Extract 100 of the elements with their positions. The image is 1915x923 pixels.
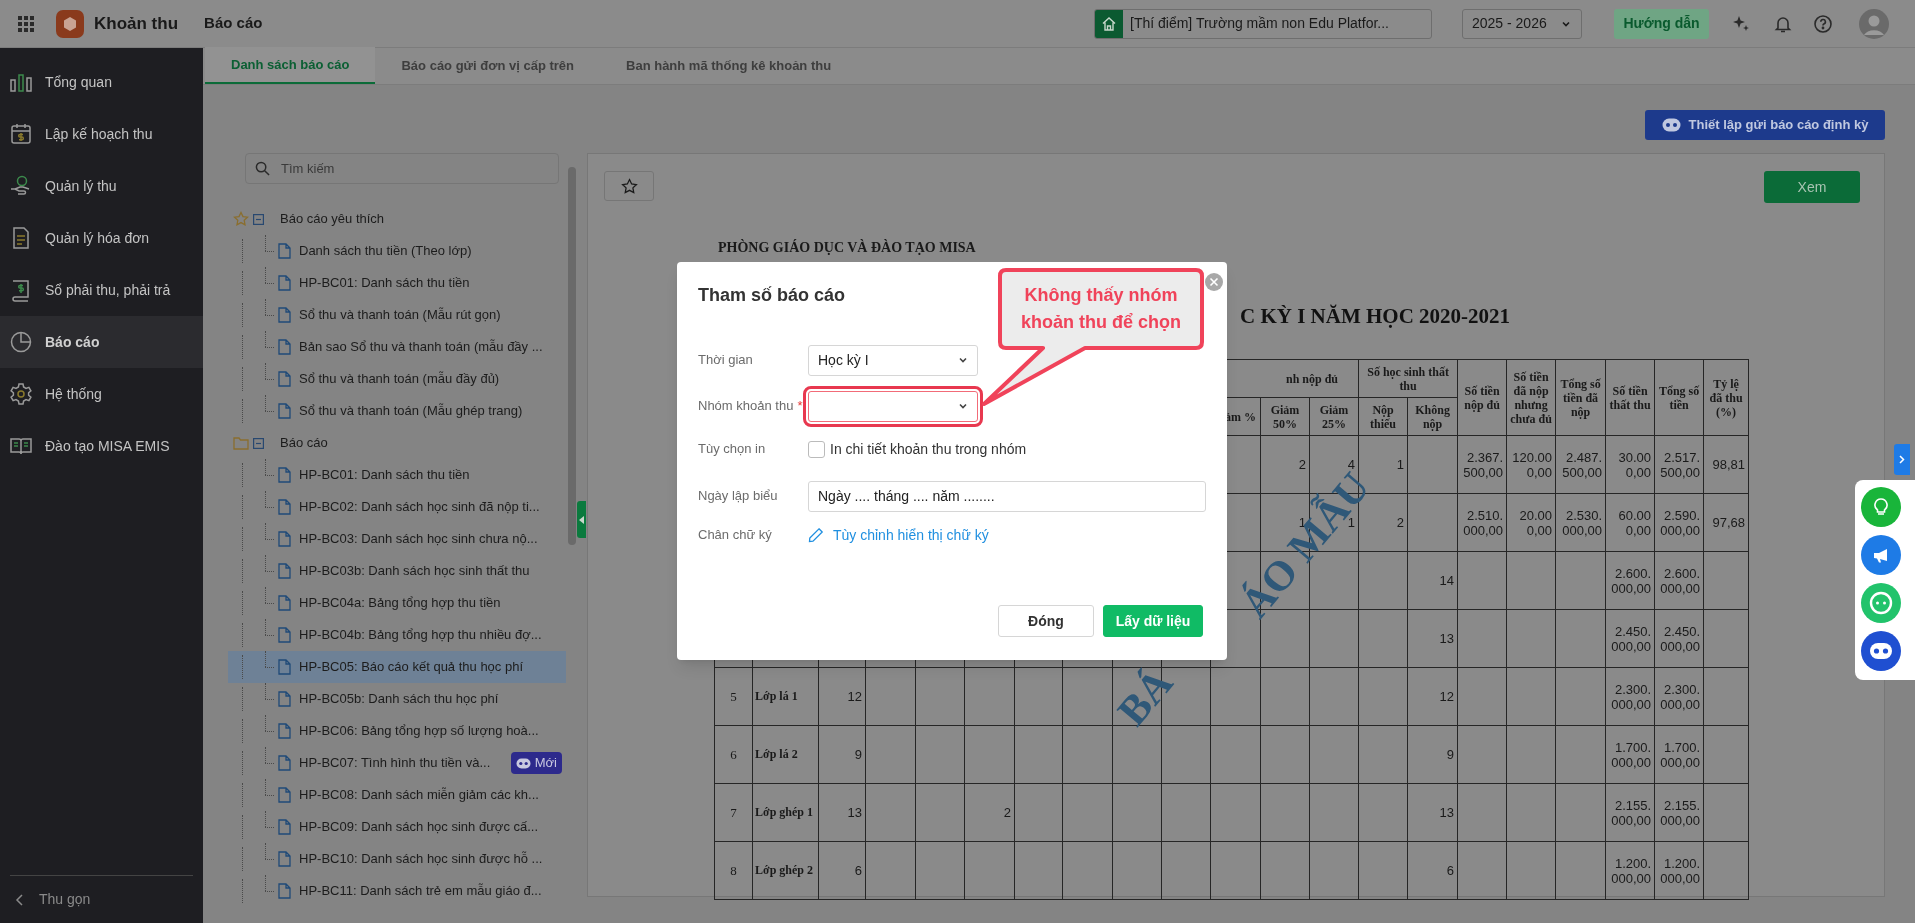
required-mark: * — [797, 397, 803, 416]
app-logo-icon — [56, 9, 84, 38]
field-label: Tùy chọn in — [698, 440, 766, 459]
signature-settings-link[interactable]: Tùy chỉnh hiển thị chữ ký — [833, 524, 989, 546]
collapse-toggle-icon[interactable] — [253, 213, 264, 225]
megaphone-icon[interactable] — [1861, 535, 1901, 575]
table-cell: 13 — [1439, 631, 1455, 646]
tree-item[interactable]: HP-BC05b: Danh sách thu học phí — [228, 683, 566, 715]
sidebar-item[interactable]: Hệ thống — [0, 368, 203, 420]
school-house-icon — [1095, 9, 1123, 38]
guide-button[interactable]: Hướng dẫn — [1614, 8, 1709, 39]
sidebar-item[interactable]: Đào tạo MISA EMIS — [0, 420, 203, 472]
sidebar-item[interactable]: Lập kế hoạch thu — [0, 108, 203, 160]
table-cell: 97,68 — [1712, 515, 1746, 530]
favorite-star-button[interactable] — [604, 171, 654, 201]
chevron-right-icon — [1899, 455, 1905, 464]
report-title: C KỲ I NĂM HỌC 2020-2021 — [1240, 304, 1511, 328]
checkbox[interactable] — [808, 440, 825, 458]
tree-item[interactable]: HP-BC05: Báo cáo kết quả thu học phí — [228, 651, 566, 683]
close-icon[interactable] — [1205, 273, 1223, 291]
column-header: Số tiền thất thu — [1609, 383, 1651, 412]
column-header: Số học sinh thất thu — [1367, 364, 1449, 393]
tree-group-label[interactable]: Báo cáo yêu thích — [280, 209, 385, 229]
table-cell: 1.700.000,00 — [1611, 739, 1652, 770]
table-cell: Lớp lá 2 — [755, 747, 798, 761]
help-icon[interactable] — [1813, 13, 1833, 34]
table-cell: 2 — [1003, 805, 1012, 820]
robot-face-icon[interactable] — [1861, 631, 1901, 671]
column-header: Không nộp — [1415, 402, 1450, 431]
view-button[interactable]: Xem — [1764, 171, 1860, 203]
expand-side-tab[interactable] — [1894, 444, 1910, 475]
tree-item[interactable]: Sổ thu và thanh toán (Mẫu rút gọn) — [228, 299, 566, 331]
table-cell: 2.450.000,00 — [1611, 623, 1652, 654]
fetch-data-button[interactable]: Lấy dữ liệu — [1103, 605, 1203, 637]
table-cell: 8 — [730, 863, 737, 878]
column-header: Giảm 25% — [1319, 402, 1349, 431]
tree-group-label[interactable]: Báo cáo — [280, 433, 328, 453]
search-field[interactable]: Tìm kiếm — [245, 153, 559, 184]
chevron-left-icon — [14, 892, 26, 907]
tree-item[interactable]: HP-BC11: Danh sách trẻ em mẫu giáo đ... — [228, 875, 566, 907]
tree-item[interactable]: Sổ thu và thanh toán (Mẫu ghép trang) — [228, 395, 566, 427]
collapse-sidebar-button[interactable]: Thu gọn — [0, 876, 203, 923]
table-cell: Lớp lá 1 — [755, 689, 798, 703]
table-cell: 12 — [847, 689, 862, 704]
gear-icon — [9, 382, 33, 406]
collapse-panel-handle[interactable] — [577, 501, 586, 538]
app-name: Khoản thu — [94, 12, 179, 35]
app-grid-icon[interactable] — [17, 14, 35, 33]
tree-item[interactable]: HP-BC04b: Bảng tổng hợp thu nhiều đợ... — [228, 619, 566, 651]
sidebar-item[interactable]: Báo cáo — [0, 316, 203, 368]
tree-item[interactable]: HP-BC03b: Danh sách học sinh thất thu — [228, 555, 566, 587]
table-cell: 2.450.000,00 — [1660, 623, 1701, 654]
schedule-report-button[interactable]: Thiết lập gửi báo cáo định kỳ — [1645, 110, 1885, 140]
table-cell: 2.155.000,00 — [1660, 797, 1701, 828]
tree-item[interactable]: Danh sách thu tiền (Theo lớp) — [228, 235, 566, 267]
sidebar-item[interactable]: Quản lý thu — [0, 160, 203, 212]
column-header: Tỷ lệ đã thu (%) — [1709, 376, 1743, 419]
file-icon — [278, 243, 291, 259]
star-icon — [620, 177, 638, 195]
file-icon — [278, 787, 291, 803]
table-cell: 12 — [1439, 689, 1455, 704]
avatar-icon[interactable] — [1859, 8, 1889, 39]
tree-item[interactable]: HP-BC08: Danh sách miễn giảm các kh... — [228, 779, 566, 811]
table-cell: 1.200.000,00 — [1660, 855, 1701, 886]
lightbulb-icon[interactable] — [1861, 487, 1901, 527]
sidebar-item[interactable]: Tổng quan — [0, 56, 203, 108]
scrollbar-thumb[interactable] — [568, 167, 576, 545]
table-cell: Lớp ghép 2 — [755, 863, 813, 877]
tab[interactable]: Ban hành mã thống kê khoản thu — [600, 47, 858, 84]
tab[interactable]: Báo cáo gửi đơn vị cấp trên — [375, 47, 600, 84]
tree-item[interactable]: HP-BC01: Danh sách thu tiền — [228, 267, 566, 299]
tree-item[interactable]: HP-BC01: Danh sách thu tiền — [228, 459, 566, 491]
tree-item[interactable]: HP-BC09: Danh sách học sinh được cấ... — [228, 811, 566, 843]
table-cell: 4 — [1347, 457, 1356, 472]
table-cell: 9 — [854, 747, 862, 762]
select-field[interactable]: Học kỳ I — [808, 344, 978, 376]
chat-bubble-icon[interactable] — [1861, 583, 1901, 623]
tree-item[interactable]: HP-BC04a: Bảng tổng hợp thu tiền — [228, 587, 566, 619]
table-cell: 2.600.000,00 — [1611, 565, 1652, 596]
school-selector[interactable]: [Thí điểm] Trường mầm non Edu Platfor... — [1094, 8, 1432, 39]
text-field[interactable]: Ngày .... tháng .... năm ........ — [808, 480, 1206, 512]
close-button[interactable]: Đóng — [998, 605, 1094, 637]
report-org-line: PHÒNG GIÁO DỤC VÀ ĐÀO TẠO MISA — [718, 239, 976, 256]
column-header: Nộp thiếu — [1370, 402, 1397, 431]
tree-item[interactable]: HP-BC02: Danh sách học sinh đã nộp ti... — [228, 491, 566, 523]
tree-item[interactable]: HP-BC07: Tình hình thu tiền và... Mới — [228, 747, 566, 779]
tree-item[interactable]: HP-BC03: Danh sách học sinh chưa nộ... — [228, 523, 566, 555]
tree-item[interactable]: Sổ thu và thanh toán (mẫu đầy đủ) — [228, 363, 566, 395]
tree-item[interactable]: HP-BC10: Danh sách học sinh được hỗ ... — [228, 843, 566, 875]
tree-item[interactable]: Bản sao Sổ thu và thanh toán (mẫu đầy ... — [228, 331, 566, 363]
sidebar-item[interactable]: Quản lý hóa đơn — [0, 212, 203, 264]
collapse-toggle-icon[interactable] — [253, 437, 264, 449]
school-year-dropdown[interactable]: 2025 - 2026 — [1462, 8, 1582, 39]
tab[interactable]: Danh sách báo cáo — [205, 47, 376, 84]
tree-item[interactable]: HP-BC06: Bảng tổng hợp số lượng hoà... — [228, 715, 566, 747]
table-cell: 2 — [1396, 515, 1405, 530]
field-label: Chân chữ ký — [698, 526, 772, 545]
caret-left-icon — [579, 515, 584, 524]
sidebar-item[interactable]: Sổ phải thu, phải trả — [0, 264, 203, 316]
table-cell: 2.155.000,00 — [1611, 797, 1652, 828]
